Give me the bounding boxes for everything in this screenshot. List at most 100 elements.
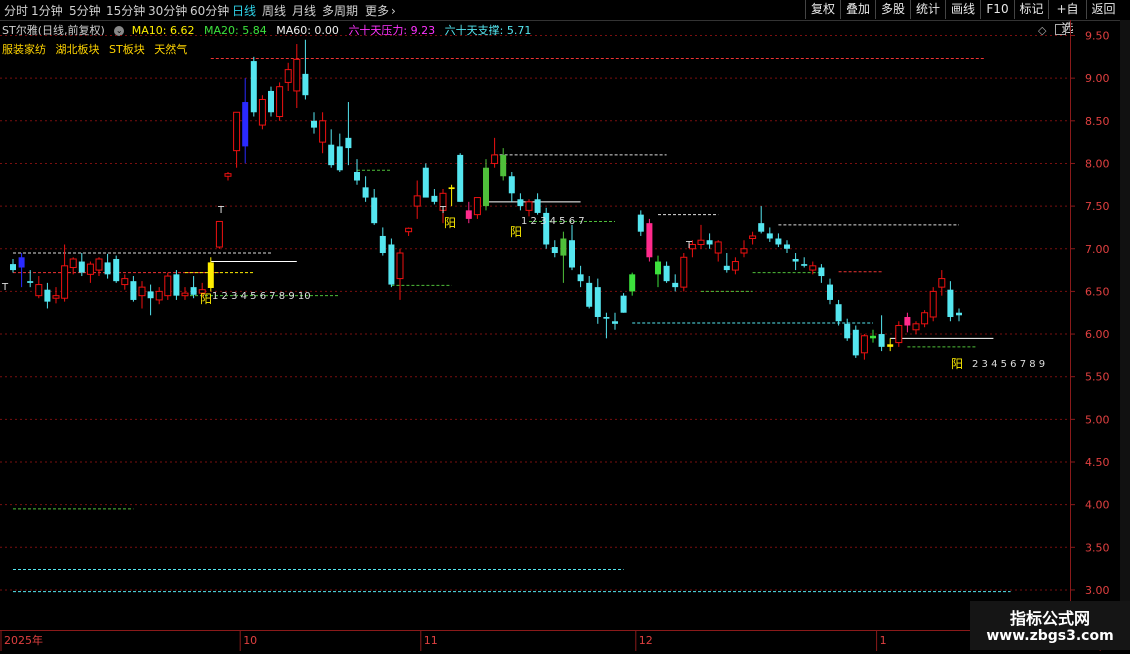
multi-stock-button[interactable]: 多股 [875,0,910,19]
candle [311,112,317,134]
period-tab-monthly[interactable]: 月线 [292,2,316,19]
candle [929,287,937,322]
period-tab-daily[interactable]: 日线 [232,2,256,19]
statistics-button[interactable]: 统计 [910,0,945,19]
candle [784,240,790,254]
candle [371,189,378,225]
mark-button[interactable]: 标记 [1014,0,1048,19]
candle-body [947,289,954,317]
period-tab-more[interactable]: 更多 › [365,2,396,19]
back-button[interactable]: 返回 [1086,0,1120,19]
candle [870,329,876,343]
candle-body [500,154,507,177]
period-tab-15min[interactable]: 15分钟 [106,2,145,19]
candle-body [534,199,541,213]
restore-rights-button[interactable]: 复权 [805,0,840,19]
candle-body [577,274,584,282]
candle [181,287,189,300]
period-tab-timeshare[interactable]: 分时 [4,2,28,19]
candle-body [354,171,360,181]
candle-body [10,264,16,271]
candle-body [758,223,765,232]
add-watchlist-button[interactable]: +自选 [1048,0,1086,35]
period-tab-30min[interactable]: 30分钟 [148,2,187,19]
candle-body [319,120,327,143]
side-panel-strip[interactable] [1120,20,1130,630]
f10-button[interactable]: F10 [980,0,1014,19]
candle-body [956,312,962,316]
site-watermark: 指标公式网 www.zbgs3.com [970,601,1130,650]
candle-body [379,235,386,254]
draw-line-button[interactable]: 画线 [945,0,980,19]
candle-body [173,274,180,296]
count-sequence-b: 1 2 3 4 5 6 7 [521,216,585,227]
candle [775,233,782,248]
candle [956,308,962,322]
candle [207,257,214,292]
candle-body [121,278,129,286]
candle-body [784,244,790,249]
candle-body [697,239,705,245]
candle [121,274,129,290]
t-marker: T [685,240,693,251]
candle-body [328,144,335,166]
candle [405,227,413,236]
candle [543,207,550,249]
candle [714,240,722,262]
candle [379,227,386,256]
candle [258,95,266,130]
candle-body [190,287,197,295]
toolbar: 分时 1分钟 5分钟 15分钟 30分钟 60分钟 日线 周线 月线 多周期 更… [0,0,1130,35]
candle [569,224,575,271]
candle [758,206,765,234]
period-tab-1min[interactable]: 1分钟 [31,2,63,19]
candle-body [921,312,929,325]
candle [147,284,154,316]
time-tick-label: 2025年 [4,633,43,647]
candle [69,257,77,275]
candle [61,244,69,302]
watermark-title: 指标公式网 [1009,609,1090,628]
candle-body [723,265,730,271]
candle [637,210,644,236]
period-tab-multi[interactable]: 多周期 [322,2,358,19]
candle-body [525,201,533,211]
candle-body [233,111,241,152]
candle [612,312,618,330]
period-tab-weekly[interactable]: 周线 [262,2,286,19]
candle-body [594,287,601,317]
candle [740,240,748,258]
time-tick-label: 11 [424,634,438,647]
candle-body [680,256,688,288]
period-tab-60min[interactable]: 60分钟 [190,2,229,19]
candle [473,197,481,219]
candle-body [904,316,911,326]
candle-body [44,289,51,302]
candle-body [672,282,679,288]
candle-body [620,295,627,313]
candlestick-chart[interactable]: 阳 1 2 3 4 5 6 7 8 9 10 阳 阳 1 2 3 4 5 6 7… [0,20,1070,630]
time-tick-label: 1 [880,634,887,647]
period-tab-5min[interactable]: 5分钟 [69,2,101,19]
candle-body [938,278,946,288]
candle [457,153,464,202]
candle [396,248,404,300]
candle [680,253,688,292]
candle-body [113,258,120,282]
candle [293,44,301,109]
candle-body [250,61,257,113]
candle-body [663,265,670,282]
price-tick-label: 7.00 [1085,243,1110,256]
watermark-url: www.zbgs3.com [986,628,1114,644]
yang-marker: 阳 [510,225,522,239]
candle [448,184,455,207]
candle-body [929,290,937,318]
price-tick-label: 4.00 [1085,499,1110,512]
overlay-button[interactable]: 叠加 [840,0,875,19]
candle [224,171,232,181]
candle [328,129,335,168]
price-tick-label: 9.00 [1085,72,1110,85]
candle [895,321,903,347]
candle-body [508,176,515,194]
price-tick-label: 6.50 [1085,285,1110,298]
